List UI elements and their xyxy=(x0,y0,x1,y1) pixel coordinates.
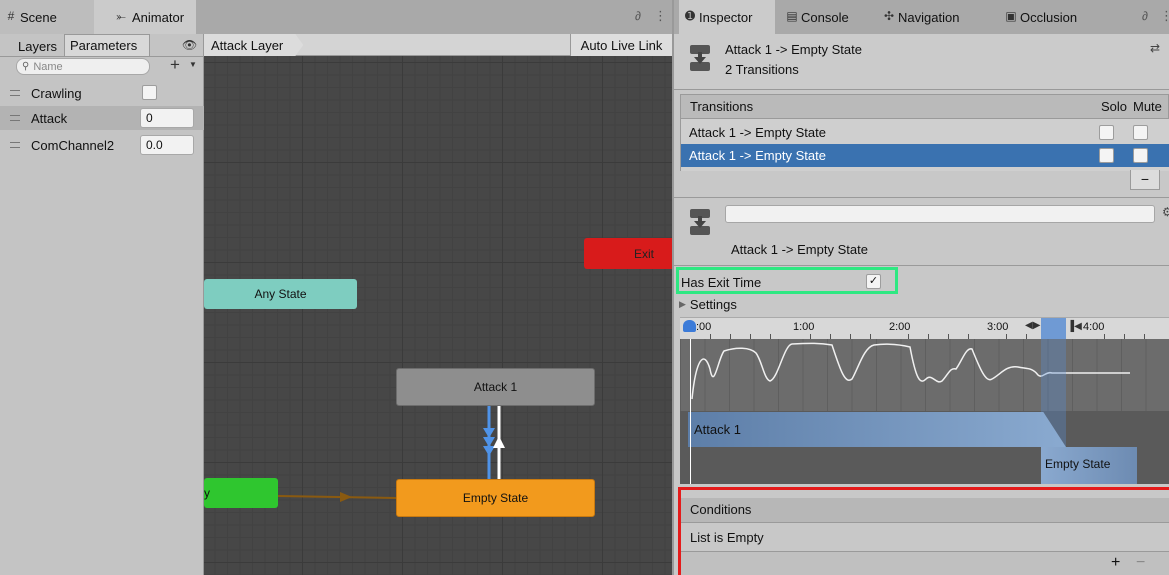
animator-icon: ⤜ xyxy=(116,8,126,23)
timeline-tick-label: 4:00 xyxy=(1083,321,1105,333)
remove-transition-button[interactable]: − xyxy=(1130,170,1160,190)
has-exit-time-label: Has Exit Time xyxy=(681,275,762,290)
exit-time-marker-icon[interactable]: ◀▶ xyxy=(1025,320,1040,331)
tab-animator[interactable]: ⤜ Animator xyxy=(94,0,196,34)
entry-transition-line xyxy=(277,495,397,499)
transition-name-field[interactable] xyxy=(725,205,1155,223)
add-dropdown-icon[interactable]: ▼ xyxy=(189,60,197,69)
has-exit-time-row: Has Exit Time ✓ xyxy=(676,267,898,294)
auto-live-link-button[interactable]: Auto Live Link xyxy=(570,34,672,56)
tab-occlusion[interactable]: ▣ Occlusion xyxy=(1000,0,1110,34)
drag-handle-icon[interactable] xyxy=(10,142,20,148)
animation-curve xyxy=(691,342,1130,400)
timeline-tick-label: 1:00 xyxy=(793,321,815,333)
more-options-icon[interactable]: ⋮ xyxy=(654,8,667,24)
lock-icon[interactable]: ∂ xyxy=(635,9,641,23)
tab-inspector[interactable]: ➊ Inspector xyxy=(679,0,775,34)
clip-from-bar[interactable]: Attack 1 xyxy=(688,412,1066,447)
solo-checkbox[interactable] xyxy=(1099,148,1114,163)
add-parameter-button[interactable]: + xyxy=(170,55,180,75)
transition-range-highlight[interactable] xyxy=(1041,318,1066,340)
playhead-marker-icon[interactable] xyxy=(683,320,696,332)
transition-end-marker-icon[interactable]: ▐◀ xyxy=(1067,321,1082,332)
mute-checkbox[interactable] xyxy=(1133,148,1148,163)
console-icon: ▤ xyxy=(786,9,798,23)
tab-parameters[interactable]: Parameters xyxy=(64,34,150,56)
tab-layers[interactable]: Layers xyxy=(14,36,61,56)
settings-foldout[interactable]: ▶ Settings xyxy=(679,297,737,312)
settings-slider-icon[interactable]: ⇄ xyxy=(1150,41,1160,55)
transition-caption: Attack 1 -> Empty State xyxy=(731,242,868,257)
parameter-row-crawling[interactable]: Crawling xyxy=(0,81,204,105)
solo-label: Solo xyxy=(1101,99,1128,114)
transition-arrow-icon xyxy=(493,436,505,448)
conditions-panel: Conditions List is Empty + − xyxy=(678,487,1169,575)
occlusion-icon: ▣ xyxy=(1005,9,1017,23)
clip-to-bar[interactable]: Empty State xyxy=(1041,447,1137,484)
transition-list-item-selected[interactable]: Attack 1 -> Empty State xyxy=(681,144,1169,167)
gear-icon[interactable]: ⚙ xyxy=(1162,205,1169,219)
section-divider xyxy=(674,265,1169,266)
transition-detail-icon xyxy=(689,208,711,236)
layer-breadcrumb[interactable]: Attack Layer xyxy=(204,34,304,56)
inspector-title: Attack 1 -> Empty State xyxy=(725,42,862,57)
entry-transition-arrow-icon xyxy=(340,492,352,502)
parameter-name: Crawling xyxy=(31,85,82,101)
transition-arrows xyxy=(277,406,505,502)
mute-label: Mute xyxy=(1133,99,1162,114)
timeline-tick-label: 2:00 xyxy=(889,321,911,333)
tab-navigation[interactable]: ✣ Navigation xyxy=(878,0,996,34)
conditions-footer xyxy=(681,551,1169,575)
scene-grid-icon: # xyxy=(7,9,15,23)
comchannel2-float-field[interactable]: 0.0 xyxy=(140,135,194,155)
mute-checkbox[interactable] xyxy=(1133,125,1148,140)
remove-condition-button[interactable]: − xyxy=(1136,554,1145,572)
playhead-line xyxy=(690,339,691,484)
parameter-name: Attack xyxy=(31,110,68,126)
conditions-header: Conditions xyxy=(681,498,1169,523)
section-divider xyxy=(674,197,1169,198)
transitions-header: Transitions Solo Mute xyxy=(680,94,1169,119)
search-field[interactable]: ⚲ Name xyxy=(16,58,150,75)
inspector-more-icon[interactable]: ⋮ xyxy=(1160,8,1169,24)
drag-handle-icon[interactable] xyxy=(10,115,20,121)
eye-icon[interactable]: 👁 xyxy=(182,38,197,52)
search-input[interactable]: Name xyxy=(33,61,62,73)
inspector-lock-icon[interactable]: ∂ xyxy=(1142,9,1148,23)
animator-window: # Scene ⤜ Animator ∂ ⋮ Layers Parameters… xyxy=(0,0,672,575)
add-condition-button[interactable]: + xyxy=(1111,554,1120,572)
attack-int-field[interactable]: 0 xyxy=(140,108,194,128)
parameter-name: ComChannel2 xyxy=(31,137,115,153)
search-icon: ⚲ xyxy=(22,61,30,72)
animator-graph-canvas[interactable]: Any State Exit Attack 1 Empty State y xyxy=(204,56,672,575)
timeline-tick-label: :00 xyxy=(696,321,712,333)
tab-scene[interactable]: # Scene xyxy=(0,0,94,34)
foldout-arrow-icon: ▶ xyxy=(679,299,686,309)
tab-console[interactable]: ▤ Console xyxy=(781,0,875,34)
inspector-subtitle: 2 Transitions xyxy=(725,62,799,77)
solo-checkbox[interactable] xyxy=(1099,125,1114,140)
parameter-row-comchannel2[interactable]: ComChannel2 0.0 xyxy=(0,133,204,157)
timeline-graph[interactable]: Attack 1 Empty State xyxy=(680,339,1169,484)
transition-arrow-icon xyxy=(483,428,495,438)
transition-header-icon xyxy=(689,44,711,72)
navigation-icon: ✣ xyxy=(883,9,895,23)
transition-list-item[interactable]: Attack 1 -> Empty State xyxy=(681,121,1169,143)
timeline-ruler[interactable]: :00 1:00 2:00 3:00 4:00 ◀▶ ▐◀ xyxy=(680,317,1169,340)
drag-handle-icon[interactable] xyxy=(10,90,20,96)
transition-arrow-icon xyxy=(483,437,495,447)
conditions-empty-message: List is Empty xyxy=(690,530,764,545)
has-exit-time-checkbox[interactable]: ✓ xyxy=(866,274,881,289)
crawling-checkbox[interactable] xyxy=(142,85,157,100)
transition-arrow-icon xyxy=(483,446,495,456)
info-icon: ➊ xyxy=(684,9,696,23)
parameter-row-attack[interactable]: Attack 0 xyxy=(0,106,204,130)
timeline-tick-label: 3:00 xyxy=(987,321,1009,333)
